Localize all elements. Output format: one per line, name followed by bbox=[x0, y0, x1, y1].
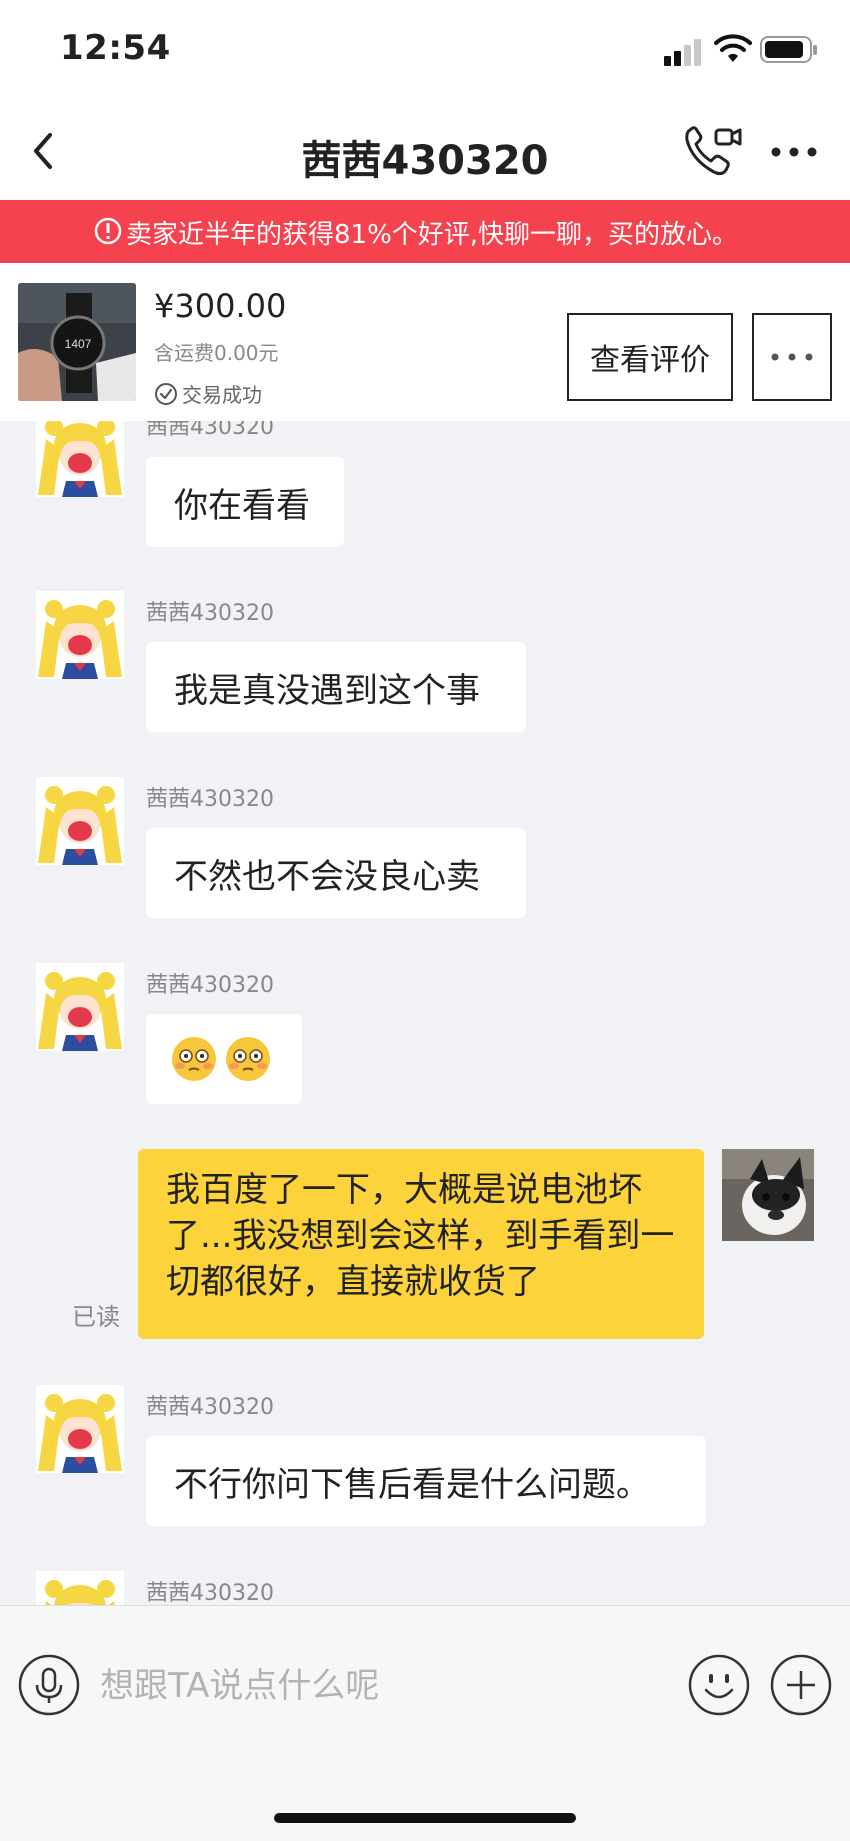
sender-name: 茜茜430320 bbox=[146, 601, 274, 626]
product-more-button[interactable] bbox=[752, 313, 832, 401]
message-bubble[interactable]: 我是真没遇到这个事 bbox=[146, 642, 526, 732]
emoji-button[interactable] bbox=[688, 1654, 750, 1716]
seller-avatar[interactable] bbox=[36, 591, 124, 679]
home-indicator-area bbox=[0, 1763, 850, 1841]
anime-girl-avatar bbox=[36, 963, 124, 1051]
sender-name: 茜茜430320 bbox=[146, 1581, 274, 1605]
battery-icon bbox=[760, 36, 817, 63]
anime-girl-avatar bbox=[36, 777, 124, 865]
shipping-fee: 含运费0.00元 bbox=[154, 341, 279, 365]
message-bubble[interactable]: 不然也不会没良心卖 bbox=[146, 828, 526, 918]
seller-avatar[interactable] bbox=[36, 421, 124, 497]
chat-list[interactable]: 茜茜430320 你在看看 茜茜430320 我是真没遇到这个事 茜茜43032… bbox=[0, 421, 850, 1605]
call-button[interactable] bbox=[680, 120, 744, 180]
watch-image: 1407 bbox=[18, 283, 136, 401]
sender-name: 茜茜430320 bbox=[146, 787, 274, 812]
message-input[interactable] bbox=[98, 1650, 662, 1722]
more-tools-button[interactable] bbox=[770, 1654, 832, 1716]
my-avatar[interactable] bbox=[722, 1149, 814, 1241]
signal-icon bbox=[664, 39, 701, 66]
plus-icon bbox=[770, 1654, 832, 1716]
product-card: 1407 ¥300.00 含运费0.00元 交易成功 查看评价 bbox=[0, 263, 850, 421]
read-status: 已读 bbox=[72, 1303, 120, 1331]
wifi-icon bbox=[714, 34, 752, 62]
home-indicator[interactable] bbox=[274, 1813, 576, 1823]
microphone-icon bbox=[18, 1654, 80, 1716]
status-bar: 12:54 bbox=[0, 0, 850, 100]
seller-rating-banner[interactable]: 卖家近半年的获得81%个好评,快聊一聊，买的放心。 bbox=[0, 200, 850, 263]
seller-avatar[interactable] bbox=[36, 963, 124, 1051]
more-button[interactable] bbox=[768, 124, 824, 176]
voice-button[interactable] bbox=[18, 1654, 80, 1716]
alert-circle-icon bbox=[94, 217, 122, 245]
banner-text: 卖家近半年的获得81%个好评,快聊一聊，买的放心。 bbox=[126, 220, 739, 250]
nav-bar: 茜茜430320 bbox=[0, 100, 850, 200]
emoji-icon bbox=[688, 1654, 750, 1716]
trade-status: 交易成功 bbox=[154, 379, 262, 408]
seller-avatar[interactable] bbox=[36, 777, 124, 865]
anime-girl-avatar bbox=[36, 1385, 124, 1473]
flushed-face-icon bbox=[172, 1037, 216, 1081]
video-call-icon bbox=[685, 126, 742, 176]
product-thumbnail[interactable]: 1407 bbox=[18, 283, 136, 401]
sender-name: 茜茜430320 bbox=[146, 421, 274, 440]
status-time: 12:54 bbox=[60, 28, 171, 68]
more-dots-icon bbox=[771, 353, 813, 361]
more-dots-icon bbox=[771, 147, 817, 157]
seller-avatar[interactable] bbox=[36, 1571, 124, 1605]
input-bar bbox=[0, 1605, 850, 1764]
anime-girl-avatar bbox=[36, 591, 124, 679]
product-price: ¥300.00 bbox=[154, 287, 287, 325]
flushed-face-icon bbox=[226, 1037, 270, 1081]
trade-status-text: 交易成功 bbox=[182, 383, 262, 407]
anime-girl-avatar bbox=[36, 1571, 124, 1605]
message-bubble[interactable]: 你在看看 bbox=[146, 457, 344, 547]
dog-photo-avatar bbox=[722, 1149, 814, 1241]
anime-girl-avatar bbox=[36, 421, 124, 497]
my-message-bubble[interactable]: 我百度了一下，大概是说电池坏了...我没想到会这样，到手看到一切都很好，直接就收… bbox=[138, 1149, 704, 1339]
seller-avatar[interactable] bbox=[36, 1385, 124, 1473]
emoji-message-bubble[interactable] bbox=[146, 1014, 302, 1104]
view-review-button[interactable]: 查看评价 bbox=[567, 313, 733, 401]
sender-name: 茜茜430320 bbox=[146, 973, 274, 998]
check-circle-icon bbox=[155, 382, 177, 405]
message-bubble[interactable]: 不行你问下售后看是什么问题。 bbox=[146, 1436, 706, 1526]
watch-face-text: 1407 bbox=[65, 337, 92, 351]
sender-name: 茜茜430320 bbox=[146, 1395, 274, 1420]
